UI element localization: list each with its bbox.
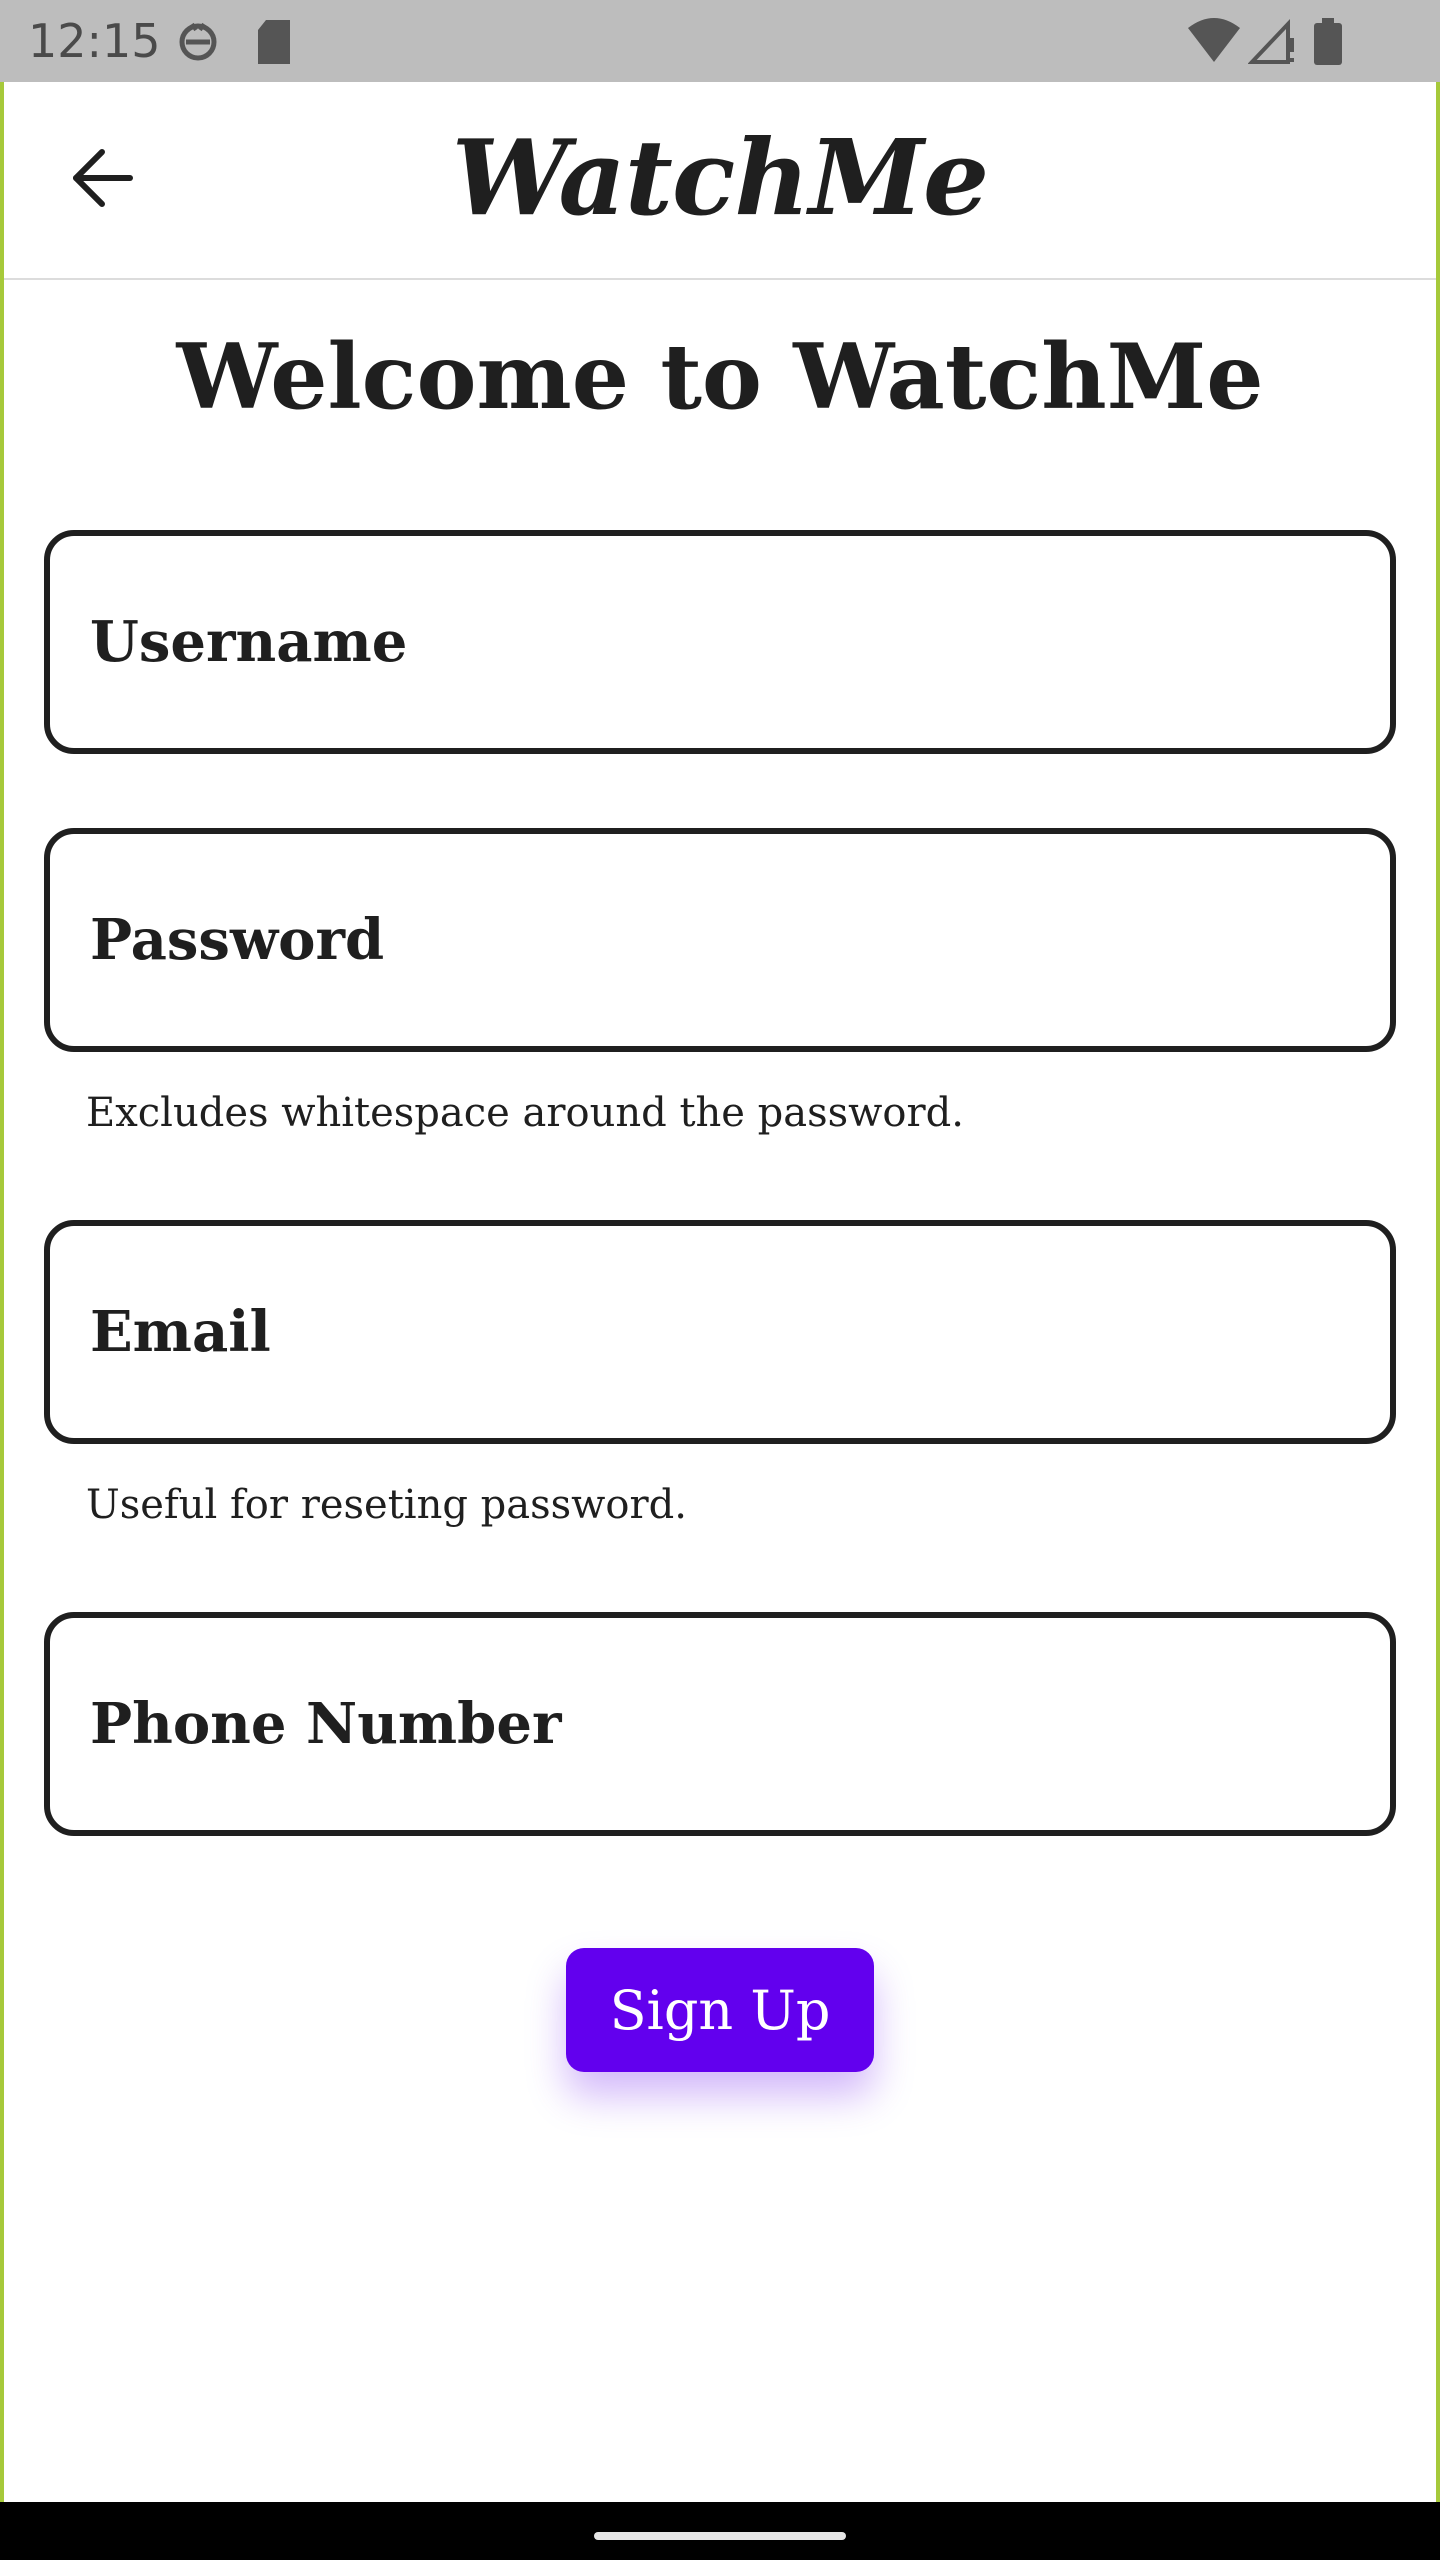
password-field[interactable] bbox=[44, 828, 1396, 1052]
navigation-bar bbox=[0, 2502, 1440, 2560]
password-input[interactable] bbox=[50, 834, 1390, 1046]
email-helper-text: Useful for reseting password. bbox=[86, 1482, 687, 1528]
wifi-icon bbox=[1186, 18, 1242, 70]
page-title: Welcome to WatchMe bbox=[176, 324, 1264, 430]
username-input[interactable] bbox=[50, 536, 1390, 748]
email-field[interactable] bbox=[44, 1220, 1396, 1444]
username-field[interactable] bbox=[44, 530, 1396, 754]
sign-up-button[interactable]: Sign Up bbox=[566, 1948, 874, 2072]
app-bar: WatchMe bbox=[4, 82, 1436, 280]
home-indicator[interactable] bbox=[594, 2532, 846, 2540]
phone-number-input[interactable] bbox=[50, 1618, 1390, 1830]
debug-icon bbox=[176, 18, 220, 70]
status-time: 12:15 bbox=[28, 14, 161, 68]
sd-card-icon bbox=[254, 18, 294, 70]
app-title: WatchMe bbox=[451, 116, 989, 239]
phone-number-field[interactable] bbox=[44, 1612, 1396, 1836]
status-bar: 12:15 bbox=[0, 0, 1440, 82]
cell-signal-icon bbox=[1247, 18, 1296, 70]
battery-icon bbox=[1312, 18, 1344, 70]
password-helper-text: Excludes whitespace around the password. bbox=[86, 1090, 964, 1136]
email-input[interactable] bbox=[50, 1226, 1390, 1438]
